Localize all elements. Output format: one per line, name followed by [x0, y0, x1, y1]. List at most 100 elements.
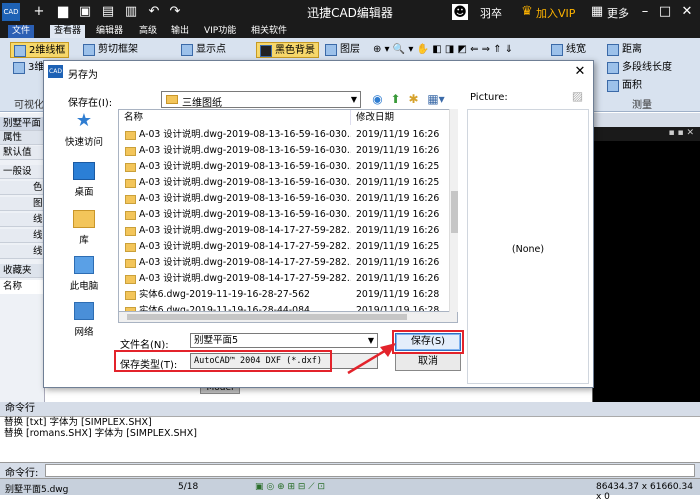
column-date-header[interactable]: 修改日期 [351, 110, 451, 125]
menu-editor[interactable]: 编辑器 [92, 25, 127, 38]
file-name: A-03 设计说明.dwg-2019-08-14-17-27-59-282... [139, 273, 351, 284]
menu-advanced[interactable]: 高级 [135, 25, 161, 38]
save-in-combo[interactable]: 三维图纸 ▼ [161, 91, 361, 109]
file-row[interactable]: A-03 设计说明.dwg-2019-08-13-16-59-16-030...… [119, 175, 449, 191]
redo-icon[interactable]: ↷ [166, 3, 184, 21]
file-name: A-03 设计说明.dwg-2019-08-13-16-59-16-030... [139, 161, 351, 172]
file-row[interactable]: A-03 设计说明.dwg-2019-08-14-17-27-59-282...… [119, 255, 449, 271]
file-row[interactable]: 实体6.dwg-2019-11-19-16-28-44-084 2019/11/1… [119, 303, 449, 311]
area-label: 面积 [622, 80, 642, 91]
close-icon[interactable]: ✕ [678, 3, 696, 21]
black-background-button[interactable]: 黑色背景 [256, 42, 319, 58]
preview-pane: (None) [467, 109, 589, 384]
cancel-button[interactable]: 取消 [395, 353, 461, 371]
preview-none: (None) [511, 244, 545, 255]
file-row[interactable]: A-03 设计说明.dwg-2019-08-14-17-27-59-282...… [119, 271, 449, 287]
group-measure: 测量 [632, 100, 652, 111]
prop-row: 线 [0, 229, 45, 243]
wireframe-3d-button[interactable]: 3维 [10, 60, 47, 76]
menu-vip[interactable]: VIP功能 [200, 25, 240, 38]
horizontal-scrollbar[interactable] [118, 312, 458, 323]
new-folder-icon[interactable]: ✱ [406, 92, 421, 107]
command-input[interactable] [45, 464, 695, 477]
file-icon [125, 163, 136, 172]
maximize-icon[interactable]: □ [656, 3, 674, 21]
more-menu[interactable]: 更多 [607, 5, 629, 21]
file-row[interactable]: A-03 设计说明.dwg-2019-08-13-16-59-16-030...… [119, 159, 449, 175]
save-icon[interactable]: ▣ [76, 3, 94, 21]
place-library[interactable]: 库 [54, 210, 114, 254]
file-date: 2019/11/19 16:26 [356, 129, 440, 140]
clip-frame-button[interactable]: 剪切框架 [80, 42, 141, 58]
file-row[interactable]: A-03 设计说明.dwg-2019-08-13-16-59-16-030...… [119, 191, 449, 207]
open-folder-icon[interactable]: ▆ [54, 3, 72, 21]
column-name-header[interactable]: 名称 [119, 110, 351, 125]
polyline-length-button[interactable]: 多段线长度 [604, 60, 675, 76]
file-date: 2019/11/19 16:26 [356, 273, 440, 284]
file-row[interactable]: A-03 设计说明.dwg-2019-08-14-17-27-59-282...… [119, 239, 449, 255]
file-row[interactable]: A-03 设计说明.dwg-2019-08-14-17-27-59-282...… [119, 223, 449, 239]
wireframe-2d-button[interactable]: 2维线框 [10, 42, 70, 58]
scroll-thumb[interactable] [451, 191, 458, 233]
dialog-title-bar: CAD 另存为 ✕ [44, 61, 593, 83]
menu-file[interactable]: 文件 [8, 25, 35, 38]
join-vip-link[interactable]: 加入VIP [536, 5, 575, 21]
place-network[interactable]: 网络 [54, 302, 114, 346]
place-quick-access[interactable]: ★ 快速访问 [54, 112, 114, 156]
new-file-icon[interactable]: + [30, 3, 48, 21]
defaults-row[interactable]: 默认值 [0, 146, 45, 160]
file-row[interactable]: A-03 设计说明.dwg-2019-08-13-16-59-16-030...… [119, 127, 449, 143]
show-points-button[interactable]: 显示点 [178, 42, 229, 58]
snap-tools-icon[interactable]: ▣ ◎ ⊕ ⊞ ⊟ ⟋ ⊡ [255, 482, 325, 492]
window-controls-icon[interactable]: ▪ ▪ ✕ [669, 128, 694, 138]
crown-icon: ♛ [521, 4, 533, 19]
scroll-thumb[interactable] [127, 314, 407, 320]
vertical-scrollbar[interactable] [449, 109, 458, 312]
filename-value: 别墅平面5 [194, 335, 239, 346]
user-avatar-icon[interactable]: ☻ [452, 4, 468, 20]
menu-viewer[interactable]: 查看器 [50, 25, 86, 38]
command-panel-label: 命令行 [0, 402, 700, 416]
drawing-tab[interactable]: 别墅平面 [0, 117, 45, 131]
place-desktop[interactable]: 桌面 [54, 162, 114, 206]
distance-button[interactable]: 距离 [604, 42, 645, 58]
file-date: 2019/11/19 16:26 [356, 209, 440, 220]
menu-output[interactable]: 输出 [167, 25, 193, 38]
zoom-tools[interactable]: ⊕ ▾ 🔍 ▾ ✋ ◧ ◨ ◩ ⇐ ⇒ ⇑ ⇓ [370, 42, 516, 58]
file-row[interactable]: A-03 设计说明.dwg-2019-08-13-16-59-16-030...… [119, 143, 449, 159]
user-name[interactable]: 羽卒 [480, 5, 502, 21]
undo-icon[interactable]: ↶ [145, 3, 163, 21]
filename-label: 文件名(N): [120, 340, 169, 351]
preview-toggle-icon[interactable]: ▨ [570, 89, 585, 104]
up-folder-icon[interactable]: ⬆ [388, 92, 403, 107]
wireframe-icon [14, 45, 26, 57]
minimize-icon[interactable]: – [636, 3, 654, 21]
file-date: 2019/11/19 16:25 [356, 241, 440, 252]
log-line: 替换 [romans.SHX] 字体为 [SIMPLEX.SHX] [4, 428, 197, 439]
back-icon[interactable]: ◉ [370, 92, 385, 107]
canvas-toolbar: ▪ ▪ ✕ [592, 127, 700, 141]
line-width-button[interactable]: 线宽 [548, 42, 589, 58]
file-row[interactable]: 实体6.dwg-2019-11-19-16-28-27-562 2019/11/1… [119, 287, 449, 303]
close-icon[interactable]: ✕ [571, 63, 589, 81]
prop-row: 线 [0, 245, 45, 259]
general-section[interactable]: 一般设 [0, 165, 45, 179]
network-icon [74, 302, 94, 320]
file-icon [125, 131, 136, 140]
area-button[interactable]: 面积 [604, 78, 645, 94]
wireframe-2d-label: 2维线框 [29, 45, 66, 56]
save-as-icon[interactable]: ▤ [99, 3, 117, 21]
place-this-pc[interactable]: 此电脑 [54, 256, 114, 300]
print-icon[interactable]: ▥ [122, 3, 140, 21]
file-name: A-03 设计说明.dwg-2019-08-13-16-59-16-030... [139, 177, 351, 188]
layers-button[interactable]: 图层 [322, 42, 363, 58]
file-icon [125, 147, 136, 156]
view-menu-icon[interactable]: ▦▾ [424, 92, 448, 107]
file-list[interactable]: 名称 修改日期 A-03 设计说明.dwg-2019-08-13-16-59-1… [118, 109, 458, 312]
menu-bar: 文件 查看器 编辑器 高级 输出 VIP功能 相关软件 [0, 24, 700, 38]
black-background-label: 黑色背景 [275, 45, 315, 56]
menu-related[interactable]: 相关软件 [247, 25, 291, 38]
drawing-canvas[interactable] [592, 113, 700, 403]
file-row[interactable]: A-03 设计说明.dwg-2019-08-13-16-59-16-030...… [119, 207, 449, 223]
file-name: 实体6.dwg-2019-11-19-16-28-27-562 [139, 289, 310, 300]
